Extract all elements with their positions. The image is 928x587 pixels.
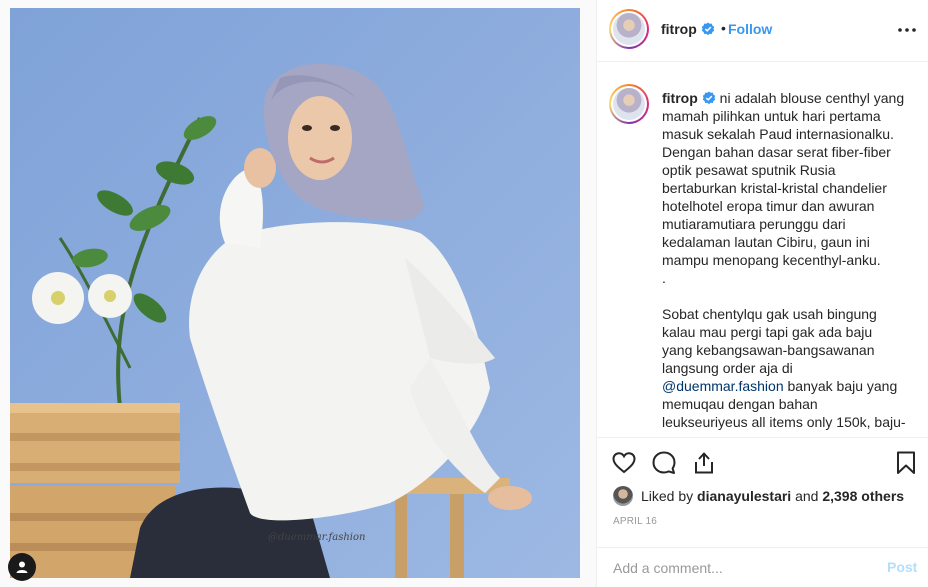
- post-comment-button[interactable]: Post: [887, 559, 917, 575]
- caption-area: fitrop ni adalah blouse centhyl yang mam…: [597, 63, 928, 437]
- post-header: fitrop • Follow: [597, 0, 928, 62]
- caption-line: mutiaramutiara perunggu dari: [662, 216, 846, 232]
- caption-line: memuqau dengan bahan: [662, 396, 818, 412]
- post-actions: Liked by dianayulestari and 2,398 others…: [597, 437, 928, 547]
- post-details-panel: fitrop • Follow fitrop ni adalah blouse …: [596, 0, 928, 587]
- caption-line: mamah pilihkan untuk hari pertama: [662, 108, 881, 124]
- verified-badge-icon: [702, 91, 715, 105]
- comment-input[interactable]: [613, 558, 873, 578]
- caption-line: kedalaman lautan Cibiru, gaun ini: [662, 234, 870, 250]
- caption-line: yang kebangsawan-bangsawanan: [662, 342, 875, 358]
- comment-bubble-icon[interactable]: [651, 450, 677, 476]
- author-avatar[interactable]: [609, 9, 649, 49]
- post-date[interactable]: APRIL 16: [613, 516, 657, 527]
- caption-line: mampu menopang kecenthyl-anku.: [662, 252, 881, 268]
- liked-by-user[interactable]: dianayulestari: [697, 488, 791, 504]
- separator-dot: •: [721, 20, 726, 36]
- share-icon[interactable]: [691, 450, 717, 476]
- heart-icon[interactable]: [611, 450, 637, 476]
- likes-count[interactable]: 2,398 others: [822, 488, 904, 504]
- user-tag-icon[interactable]: [8, 553, 36, 581]
- caption-line: banyak baju yang: [783, 378, 898, 394]
- post-photo[interactable]: @duemmar.fashion: [10, 8, 580, 578]
- comment-bar: Post: [597, 547, 928, 587]
- caption-line: kalau mau pergi tapi gak ada baju: [662, 324, 873, 340]
- caption-line: leukseuriyeus all items only 150k, baju-: [662, 414, 906, 430]
- caption-line: Dengan bahan dasar serat fiber-fiber: [662, 144, 891, 160]
- bookmark-icon[interactable]: [893, 450, 919, 476]
- caption-line: langsung order aja di: [662, 360, 793, 376]
- caption-line: .: [662, 270, 666, 286]
- liked-by-label: Liked by: [641, 488, 694, 504]
- photo-watermark: @duemmar.fashion: [268, 532, 365, 543]
- verified-badge-icon: [701, 22, 714, 36]
- author-username[interactable]: fitrop: [661, 21, 697, 37]
- likes-summary: Liked by dianayulestari and 2,398 others: [613, 486, 904, 506]
- post-media-area: @duemmar.fashion: [0, 0, 596, 587]
- caption-author-avatar[interactable]: [609, 84, 649, 124]
- caption-line: hotelhotel eropa timur dan awuran: [662, 198, 875, 214]
- liked-and-label: and: [795, 488, 819, 504]
- photo-illustration: @duemmar.fashion: [10, 8, 580, 578]
- caption-line: Sobat chentylqu gak usah bingung: [662, 306, 877, 322]
- follow-button[interactable]: Follow: [728, 21, 772, 37]
- liker-avatar[interactable]: [613, 486, 633, 506]
- caption-line: bertaburkan kristal-kristal chandelier: [662, 180, 887, 196]
- caption-username[interactable]: fitrop: [662, 90, 698, 106]
- caption-text: fitrop ni adalah blouse centhyl yang mam…: [662, 89, 918, 431]
- caption-mention-link[interactable]: @duemmar.fashion: [662, 378, 784, 394]
- caption-line: ni adalah blouse centhyl yang: [719, 90, 905, 106]
- more-options-icon[interactable]: [895, 18, 919, 42]
- caption-line: optik pesawat sputnik Rusia: [662, 162, 836, 178]
- caption-line: masuk sekalah Paud internasionalku.: [662, 126, 894, 142]
